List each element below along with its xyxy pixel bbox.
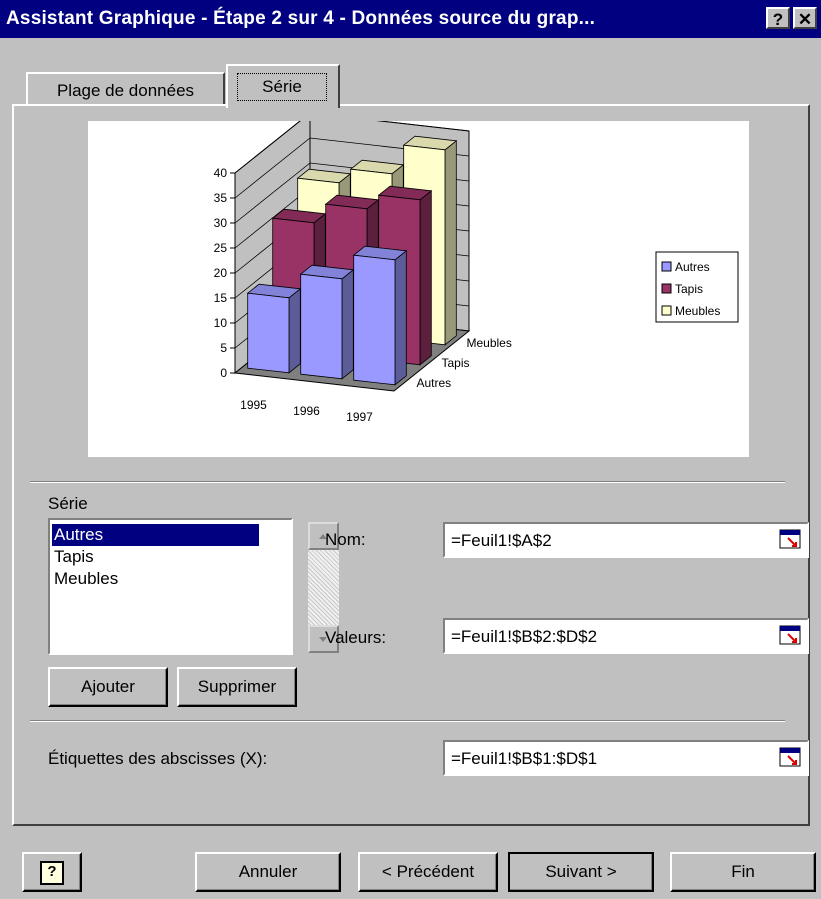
help-button[interactable]: ? (22, 852, 82, 892)
name-field[interactable]: =Feuil1!$A$2 (443, 522, 809, 558)
legend-swatch (661, 283, 672, 294)
cancel-button[interactable]: Annuler (195, 852, 341, 892)
series-section-label-text: Série (48, 494, 88, 513)
x-tick-label: 1997 (346, 410, 373, 424)
name-field-value: =Feuil1!$A$2 (451, 531, 552, 550)
name-label: Nom: (325, 530, 366, 549)
depth-label: Meubles (467, 336, 512, 350)
bar-side (394, 249, 407, 386)
close-icon[interactable]: ✕ (793, 7, 817, 29)
values-field-value: =Feuil1!$B$2:$D$2 (451, 627, 598, 646)
chart-svg: 0 5 10 15 20 25 30 35 40 1995 1996 1997 Meubles Tapis… (214, 111, 739, 424)
tab-plage-de-donnees[interactable]: Plage de données (26, 72, 225, 106)
y-tick-label: 5 (220, 341, 227, 355)
list-item-label: Meubles (54, 569, 119, 588)
remove-series-button[interactable]: Supprimer (177, 667, 297, 707)
legend-swatch (661, 261, 672, 272)
y-tick-label: 15 (214, 291, 228, 305)
list-item-label: Autres (54, 525, 104, 544)
separator-middle (30, 720, 785, 722)
help-icon: ? (40, 860, 64, 885)
values-label: Valeurs: (325, 628, 387, 647)
bar-side (341, 268, 354, 380)
depth-label: Autres (417, 376, 452, 390)
legend-swatch (661, 305, 672, 316)
list-item-label: Tapis (54, 547, 94, 566)
legend-label: Tapis (675, 282, 703, 296)
x-tick-label: 1996 (293, 404, 320, 418)
series-listbox[interactable]: Autres Tapis Meubles (48, 518, 339, 655)
series-section-label: Série (48, 494, 88, 514)
legend-label: Autres (675, 260, 710, 274)
y-tick-label: 20 (214, 266, 228, 280)
previous-button[interactable]: < Précédent (358, 852, 498, 892)
y-tick-label: 25 (214, 241, 228, 255)
xlabels-label: Étiquettes des abscisses (X): (48, 749, 268, 768)
range-picker-icon[interactable] (779, 529, 801, 549)
add-series-button[interactable]: Ajouter (48, 667, 168, 707)
help-title-button[interactable]: ? (766, 7, 790, 29)
list-item[interactable]: Meubles (54, 568, 118, 590)
bar-autres-1997 (353, 254, 396, 386)
bar-side (444, 139, 457, 346)
finish-button[interactable]: Fin (670, 852, 816, 892)
bar-autres-1996 (300, 273, 343, 380)
list-item[interactable]: Autres (52, 524, 259, 546)
x-tick-label: 1995 (240, 398, 267, 412)
y-tick-label: 10 (214, 316, 228, 330)
y-tick-label: 40 (214, 166, 228, 180)
bar-autres-1995 (247, 292, 290, 374)
list-item[interactable]: Tapis (54, 546, 94, 568)
y-tick-label: 30 (214, 216, 228, 230)
title-bar: Assistant Graphique - Étape 2 sur 4 - Do… (0, 0, 821, 38)
y-tick-label: 35 (214, 191, 228, 205)
range-picker-icon[interactable] (779, 625, 801, 645)
values-field[interactable]: =Feuil1!$B$2:$D$2 (443, 618, 809, 654)
y-tick-label: 0 (220, 366, 227, 380)
tab-serie-label: Série (237, 73, 327, 101)
range-picker-icon[interactable] (779, 747, 801, 767)
window-title: Assistant Graphique - Étape 2 sur 4 - Do… (6, 8, 596, 29)
tab-serie[interactable]: Série (226, 64, 340, 108)
tab-plage-de-donnees-label: Plage de données (56, 81, 195, 100)
depth-label: Tapis (442, 356, 470, 370)
xlabels-field-value: =Feuil1!$B$1:$D$1 (451, 749, 598, 768)
next-button[interactable]: Suivant > (508, 852, 654, 892)
separator-top (30, 481, 785, 483)
bar-side (288, 287, 301, 374)
legend-label: Meubles (675, 304, 720, 318)
chart-preview: 0 5 10 15 20 25 30 35 40 1995 1996 1997 Meubles Tapis… (88, 111, 749, 457)
xlabels-field[interactable]: =Feuil1!$B$1:$D$1 (443, 740, 809, 776)
bar-side (419, 189, 432, 366)
